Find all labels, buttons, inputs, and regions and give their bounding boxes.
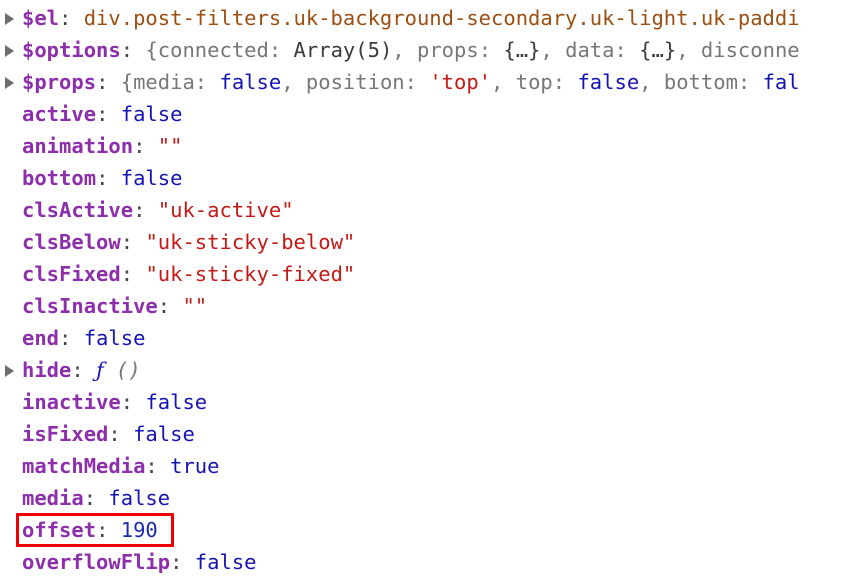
property-value-segment: true — [170, 454, 220, 478]
property-separator: : — [133, 198, 146, 222]
property-name: $options — [22, 38, 121, 62]
property-row-overflowFlip[interactable]: overflowFlip: false — [0, 546, 850, 576]
property-row-clsBelow[interactable]: clsBelow: "uk-sticky-below" — [0, 226, 850, 258]
property-value-segment: "uk-sticky-below" — [145, 230, 356, 254]
property-separator: : — [133, 134, 146, 158]
property-name: active — [22, 102, 97, 126]
property-value-segment: , data: — [540, 38, 640, 62]
property-value-segment: false — [83, 326, 146, 350]
disclosure-triangle-icon[interactable] — [4, 34, 18, 66]
property-separator: : — [170, 550, 183, 574]
property-name: offset — [22, 518, 97, 542]
property-name: $el — [22, 6, 60, 30]
disclosure-triangle-icon[interactable] — [4, 2, 18, 34]
property-value-segment: Array(5) — [293, 38, 393, 62]
property-separator: : — [120, 390, 134, 414]
property-separator: : — [71, 358, 84, 382]
property-value-segment: , top: — [491, 70, 578, 94]
property-value-segment: div.post-filters.uk-background-secondary… — [83, 6, 800, 30]
property-row-isFixed[interactable]: isFixed: false — [0, 418, 850, 450]
property-separator: : — [145, 454, 158, 478]
property-name: clsBelow — [22, 230, 121, 254]
property-value-segment: {connected: — [145, 38, 294, 62]
property-row-clsActive[interactable]: clsActive: "uk-active" — [0, 194, 850, 226]
property-separator: : — [120, 230, 134, 254]
property-row-bottom[interactable]: bottom: false — [0, 162, 850, 194]
property-separator: : — [96, 166, 109, 190]
disclosure-triangle-icon[interactable] — [4, 354, 18, 386]
property-row-hide[interactable]: hide: ƒ () — [0, 354, 850, 386]
property-separator: : — [59, 326, 72, 350]
property-name: $props — [22, 70, 97, 94]
property-name: isFixed — [22, 422, 109, 446]
property-separator: : — [96, 518, 109, 542]
property-name: inactive — [22, 390, 121, 414]
property-row-dollar-props[interactable]: $props: {media: false, position: 'top', … — [0, 66, 850, 98]
property-name: end — [22, 326, 60, 350]
property-row-end[interactable]: end: false — [0, 322, 850, 354]
property-name: overflowFlip — [22, 550, 171, 574]
property-name: bottom — [22, 166, 97, 190]
property-separator: : — [108, 422, 121, 446]
property-value-segment: "uk-active" — [157, 198, 294, 222]
property-value-segment: 'top' — [429, 70, 492, 94]
property-separator: : — [157, 294, 171, 318]
property-value-segment: false — [577, 70, 640, 94]
property-value-segment: , bottom: — [639, 70, 763, 94]
property-row-offset[interactable]: offset: 190 — [0, 514, 850, 546]
property-separator: : — [96, 70, 109, 94]
property-row-inactive[interactable]: inactive: false — [0, 386, 850, 418]
property-value-segment: 190 — [120, 518, 158, 542]
object-inspector-panel[interactable]: $el: div.post-filters.uk-background-seco… — [0, 0, 850, 576]
property-separator: : — [120, 262, 134, 286]
property-name: clsFixed — [22, 262, 121, 286]
property-value-segment: false — [145, 390, 208, 414]
property-value-segment: false — [108, 486, 171, 510]
property-row-matchMedia[interactable]: matchMedia: true — [0, 450, 850, 482]
property-value-segment: fal — [762, 70, 800, 94]
property-value-segment: , props: — [392, 38, 504, 62]
property-value-segment: false — [120, 102, 183, 126]
property-value-segment: () — [103, 358, 141, 382]
property-value-segment: , position: — [281, 70, 430, 94]
property-name: matchMedia — [22, 454, 146, 478]
property-name: animation — [22, 134, 134, 158]
property-value-segment: ƒ — [96, 358, 104, 382]
property-name: media — [22, 486, 84, 510]
property-value-segment: {…} — [503, 38, 541, 62]
property-value-segment: false — [120, 166, 183, 190]
property-value-segment: false — [219, 70, 282, 94]
property-row-active[interactable]: active: false — [0, 98, 850, 130]
property-separator: : — [96, 102, 109, 126]
property-name: clsInactive — [22, 294, 158, 318]
property-row-clsFixed[interactable]: clsFixed: "uk-sticky-fixed" — [0, 258, 850, 290]
property-row-dollar-options[interactable]: $options: {connected: Array(5), props: {… — [0, 34, 850, 66]
property-value-segment: "" — [157, 134, 183, 158]
property-value-segment: , disconne — [676, 38, 800, 62]
property-value-segment: {media: — [120, 70, 220, 94]
property-row-animation[interactable]: animation: "" — [0, 130, 850, 162]
property-separator: : — [120, 38, 134, 62]
property-value-segment: {…} — [639, 38, 677, 62]
property-row-dollar-el[interactable]: $el: div.post-filters.uk-background-seco… — [0, 2, 850, 34]
property-value-segment: "uk-sticky-fixed" — [145, 262, 356, 286]
property-name: hide — [22, 358, 72, 382]
property-value-segment: "" — [182, 294, 208, 318]
property-name: clsActive — [22, 198, 134, 222]
property-row-media[interactable]: media: false — [0, 482, 850, 514]
disclosure-triangle-icon[interactable] — [4, 66, 18, 98]
property-separator: : — [83, 486, 97, 510]
property-value-segment: false — [133, 422, 195, 446]
property-row-clsInactive[interactable]: clsInactive: "" — [0, 290, 850, 322]
property-separator: : — [59, 6, 72, 30]
property-value-segment: false — [194, 550, 257, 574]
